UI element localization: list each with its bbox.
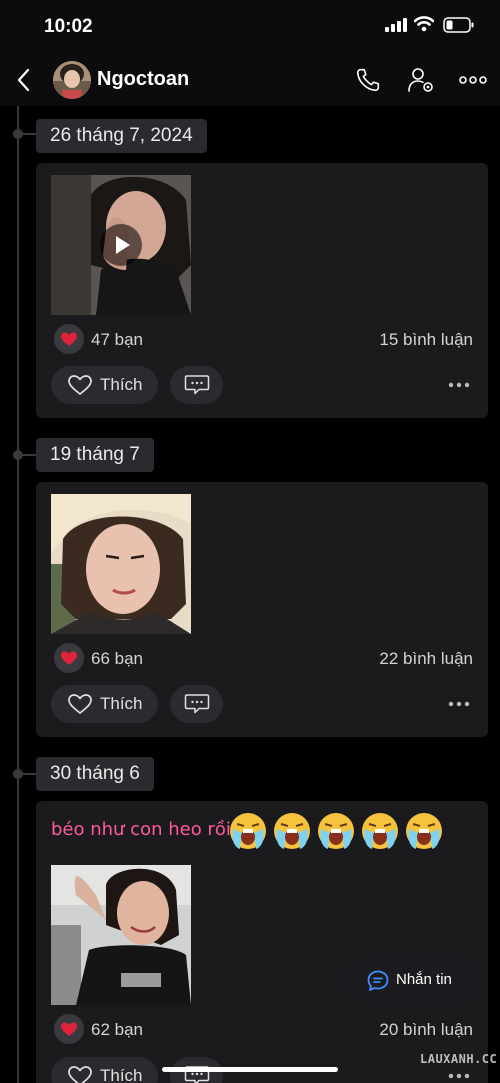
like-button[interactable]: Thích bbox=[51, 685, 158, 723]
comment-icon bbox=[184, 694, 210, 714]
like-button[interactable]: Thích bbox=[51, 1057, 158, 1083]
timeline: 26 tháng 7, 2024 47 bạn 15 bình luận Thí… bbox=[0, 106, 500, 1083]
like-button[interactable]: Thích bbox=[51, 366, 158, 404]
post-more-icon[interactable] bbox=[448, 1073, 470, 1079]
more-options-icon[interactable] bbox=[459, 76, 487, 84]
heart-reaction-icon[interactable] bbox=[54, 324, 84, 354]
post-date: 30 tháng 6 bbox=[36, 757, 154, 791]
heart-reaction-icon[interactable] bbox=[54, 643, 84, 673]
post-more-icon[interactable] bbox=[448, 701, 470, 707]
timeline-line bbox=[17, 106, 19, 1083]
status-bar: 10:02 bbox=[0, 0, 500, 54]
profile-header: Ngoctoan bbox=[0, 54, 500, 106]
comment-button[interactable] bbox=[170, 366, 223, 404]
timeline-tick bbox=[19, 454, 36, 456]
home-indicator[interactable] bbox=[162, 1067, 338, 1072]
status-time: 10:02 bbox=[44, 16, 93, 37]
play-icon[interactable] bbox=[100, 224, 142, 266]
heart-outline-icon bbox=[68, 1066, 92, 1083]
reaction-count[interactable]: 62 bạn bbox=[91, 1020, 143, 1040]
reaction-count[interactable]: 66 bạn bbox=[91, 649, 143, 669]
like-label: Thích bbox=[100, 1066, 143, 1083]
post-card[interactable]: 47 bạn 15 bình luận Thích bbox=[36, 163, 488, 418]
chat-bubble-icon bbox=[367, 970, 389, 991]
post-date: 26 tháng 7, 2024 bbox=[36, 119, 207, 153]
heart-outline-icon bbox=[68, 694, 92, 714]
avatar[interactable] bbox=[53, 61, 91, 99]
message-button[interactable]: Nhắn tin bbox=[346, 957, 478, 1003]
heart-reaction-icon[interactable] bbox=[54, 1014, 84, 1044]
profile-name[interactable]: Ngoctoan bbox=[97, 68, 189, 91]
comment-count[interactable]: 15 bình luận bbox=[379, 330, 473, 350]
comment-icon bbox=[184, 375, 210, 395]
reaction-count[interactable]: 47 bạn bbox=[91, 330, 143, 350]
comment-count[interactable]: 22 bình luận bbox=[379, 649, 473, 669]
post-date: 19 tháng 7 bbox=[36, 438, 154, 472]
comment-count[interactable]: 20 bình luận bbox=[379, 1020, 473, 1040]
post-more-icon[interactable] bbox=[448, 382, 470, 388]
video-thumbnail[interactable] bbox=[51, 175, 191, 315]
post-card[interactable]: 66 bạn 22 bình luận Thích bbox=[36, 482, 488, 737]
heart-outline-icon bbox=[68, 375, 92, 395]
crying-emoji-icon bbox=[230, 812, 443, 850]
message-button-label: Nhắn tin bbox=[396, 971, 452, 988]
wifi-icon bbox=[414, 16, 434, 32]
timeline-tick bbox=[19, 773, 36, 775]
timeline-tick bbox=[19, 133, 36, 135]
watermark: LAUXANH.CC bbox=[420, 1052, 498, 1066]
photo-thumbnail[interactable] bbox=[51, 494, 191, 634]
like-label: Thích bbox=[100, 375, 143, 394]
cellular-signal-icon bbox=[385, 18, 407, 32]
comment-button[interactable] bbox=[170, 685, 223, 723]
battery-icon bbox=[443, 17, 474, 33]
like-label: Thích bbox=[100, 694, 143, 713]
post-card[interactable]: béo như con heo rồi 62 bạn 20 bình luận … bbox=[36, 801, 488, 1083]
back-arrow-icon[interactable] bbox=[14, 67, 34, 93]
photo-thumbnail[interactable] bbox=[51, 865, 191, 1005]
user-settings-icon[interactable] bbox=[407, 66, 435, 94]
phone-call-icon[interactable] bbox=[355, 67, 381, 93]
post-caption: béo như con heo rồi bbox=[51, 819, 231, 840]
